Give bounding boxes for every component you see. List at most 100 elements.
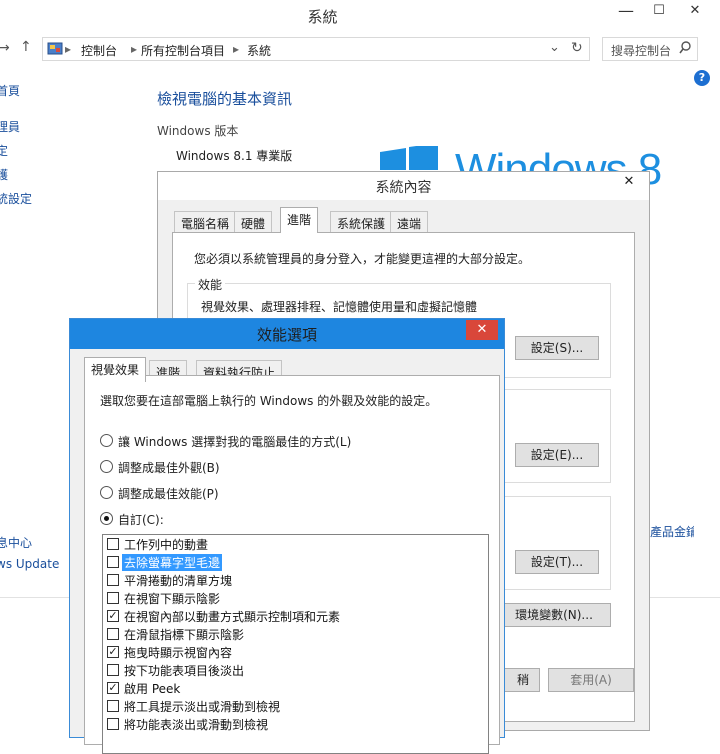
- close-icon[interactable]: ✕: [466, 320, 498, 340]
- list-item[interactable]: 平滑捲動的清單方塊: [103, 571, 483, 589]
- checkbox-label: 啟用 Peek: [124, 682, 181, 696]
- address-separator: ▸: [65, 42, 72, 56]
- minimize-button[interactable]: —: [611, 0, 641, 24]
- checkbox[interactable]: [107, 574, 119, 586]
- checkbox-label: 去除螢幕字型毛邊: [122, 554, 223, 571]
- address-bar-row: → ↑ ▸ 控制台 ▸ 所有控制台項目 ▸ 系統 ⌄ ↻ 搜尋控制台: [0, 34, 720, 64]
- performance-settings-button[interactable]: 設定(S)...: [515, 336, 599, 360]
- list-item[interactable]: 工作列中的動畫: [103, 535, 483, 553]
- radio-custom[interactable]: 自訂(C):: [100, 510, 400, 528]
- breadcrumb-system[interactable]: 系統: [247, 42, 271, 59]
- close-button[interactable]: ✕: [680, 0, 710, 24]
- address-separator: ▸: [131, 42, 138, 56]
- up-arrow-icon[interactable]: ↑: [20, 39, 32, 55]
- chevron-down-icon[interactable]: ⌄: [549, 40, 560, 55]
- address-input[interactable]: ▸ 控制台 ▸ 所有控制台項目 ▸ 系統 ⌄ ↻: [42, 37, 590, 61]
- list-item[interactable]: 在滑鼠指標下顯示陰影: [103, 625, 483, 643]
- checkbox-label: 將功能表淡出或滑動到檢視: [124, 718, 269, 732]
- tab-remote[interactable]: 遠端: [390, 211, 429, 233]
- checkbox-label: 按下功能表項目後淡出: [124, 664, 245, 678]
- list-item[interactable]: 去除螢幕字型毛邊: [103, 553, 483, 571]
- dialog-titlebar: 系統內容 ✕: [158, 172, 649, 200]
- radio-label: 讓 Windows 選擇對我的電腦最佳的方式(L): [118, 435, 352, 449]
- edition-section-label: Windows 版本: [157, 124, 239, 138]
- radio-label: 調整成最佳外觀(B): [118, 461, 220, 475]
- left-nav-action-center[interactable]: 息中心: [0, 534, 32, 551]
- checkbox-label: 在視窗內部以動畫方式顯示控制項和元素: [124, 610, 341, 624]
- help-icon[interactable]: ?: [694, 70, 710, 86]
- left-nav-advanced-settings[interactable]: 統設定: [0, 190, 32, 207]
- tab-visual-effects[interactable]: 視覺效果: [84, 357, 147, 382]
- radio-let-windows-choose[interactable]: 讓 Windows 選擇對我的電腦最佳的方式(L): [100, 432, 400, 450]
- search-placeholder: 搜尋控制台: [611, 44, 672, 58]
- page-title: 檢視電腦的基本資訊: [157, 90, 293, 108]
- tab-system-protection[interactable]: 系統保護: [330, 211, 393, 233]
- radio-label: 自訂(C):: [118, 513, 164, 527]
- list-item[interactable]: ✓ 啟用 Peek: [103, 679, 483, 697]
- forward-icon[interactable]: →: [0, 40, 10, 56]
- left-nav-remote-settings[interactable]: 定: [0, 142, 8, 159]
- search-input[interactable]: 搜尋控制台: [602, 37, 698, 61]
- apply-button[interactable]: 套用(A): [548, 668, 634, 692]
- left-nav-device-manager[interactable]: 理員: [0, 118, 20, 135]
- maximize-button[interactable]: ☐: [644, 0, 674, 24]
- checkbox[interactable]: [107, 664, 119, 676]
- visual-effects-description: 選取您要在這部電腦上執行的 Windows 的外觀及效能的設定。: [100, 394, 438, 408]
- radio-button[interactable]: [100, 486, 113, 499]
- list-item[interactable]: ✓ 拖曳時顯示視窗內容: [103, 643, 483, 661]
- left-nav-windows-update[interactable]: ws Update: [0, 557, 59, 571]
- refresh-icon[interactable]: ↻: [571, 40, 583, 56]
- checkbox-label: 工作列中的動畫: [124, 538, 209, 552]
- checkbox[interactable]: [107, 592, 119, 604]
- breadcrumb-all-items[interactable]: 所有控制台項目: [141, 42, 225, 59]
- radio-best-appearance[interactable]: 調整成最佳外觀(B): [100, 458, 400, 476]
- checkbox-label: 在視窗下顯示陰影: [124, 592, 221, 606]
- checkbox-label: 拖曳時顯示視窗內容: [124, 646, 233, 660]
- tab-page-visual-effects: 選取您要在這部電腦上執行的 Windows 的外觀及效能的設定。 讓 Windo…: [84, 375, 500, 754]
- checkbox-label: 在滑鼠指標下顯示陰影: [124, 628, 245, 642]
- tab-computer-name[interactable]: 電腦名稱: [174, 211, 237, 233]
- left-nav-system-protection[interactable]: 護: [0, 166, 8, 183]
- control-panel-icon: [47, 42, 63, 56]
- list-item[interactable]: 按下功能表項目後淡出: [103, 661, 483, 679]
- radio-label: 調整成最佳效能(P): [118, 487, 219, 501]
- list-item[interactable]: ✓ 在視窗內部以動畫方式顯示控制項和元素: [103, 607, 483, 625]
- checkbox[interactable]: [107, 700, 119, 712]
- checkbox-label: 平滑捲動的清單方塊: [124, 574, 233, 588]
- tab-advanced[interactable]: 進階: [280, 207, 319, 233]
- breadcrumb-control-panel[interactable]: 控制台: [81, 42, 117, 59]
- performance-group-label: 效能: [195, 276, 226, 293]
- left-nav-home[interactable]: 首頁: [0, 82, 20, 99]
- performance-description: 視覺效果、處理器排程、記憶體使用量和虛擬記憶體: [201, 300, 478, 314]
- list-item[interactable]: 將功能表淡出或滑動到檢視: [103, 715, 483, 733]
- close-icon[interactable]: ✕: [615, 172, 643, 192]
- tab-hardware[interactable]: 硬體: [234, 211, 273, 233]
- radio-best-performance[interactable]: 調整成最佳效能(P): [100, 484, 400, 502]
- radio-button[interactable]: [100, 434, 113, 447]
- performance-options-dialog: 效能選項 ✕ 進階 資料執行防止 選取您要在這部電腦上執行的 Windows 的…: [69, 318, 505, 754]
- list-item[interactable]: 將工具提示淡出或滑動到檢視: [103, 697, 483, 715]
- startup-recovery-settings-button[interactable]: 設定(T)...: [515, 550, 599, 574]
- dialog-titlebar: 效能選項 ✕: [70, 319, 504, 349]
- radio-button[interactable]: [100, 460, 113, 473]
- checkbox[interactable]: ✓: [107, 682, 119, 694]
- edition-value: Windows 8.1 專業版: [176, 149, 293, 163]
- address-separator: ▸: [233, 42, 240, 56]
- checkbox-label: 將工具提示淡出或滑動到檢視: [124, 700, 281, 714]
- checkbox[interactable]: [107, 538, 119, 550]
- visual-effects-checklist[interactable]: 工作列中的動畫 去除螢幕字型毛邊 平滑捲動的清單方塊 在視窗下顯示陰影 ✓ 在視…: [102, 534, 489, 754]
- main-titlebar: 系統 — ☐ ✕: [0, 0, 720, 32]
- checkbox[interactable]: [107, 556, 119, 568]
- change-product-key-link[interactable]: 產品金鑰: [650, 523, 694, 540]
- admin-notice: 您必須以系統管理員的身分登入，才能變更這裡的大部分設定。: [194, 252, 531, 266]
- checkbox[interactable]: [107, 628, 119, 640]
- list-item[interactable]: 在視窗下顯示陰影: [103, 589, 483, 607]
- environment-variables-button[interactable]: 環境變數(N)...: [491, 603, 611, 627]
- user-profiles-settings-button[interactable]: 設定(E)...: [515, 443, 599, 467]
- checkbox[interactable]: ✓: [107, 646, 119, 658]
- search-icon[interactable]: [679, 41, 691, 58]
- checkbox[interactable]: ✓: [107, 610, 119, 622]
- dialog-title: 效能選項: [256, 326, 317, 344]
- dialog-title: 系統內容: [375, 180, 432, 196]
- radio-button[interactable]: [100, 512, 113, 525]
